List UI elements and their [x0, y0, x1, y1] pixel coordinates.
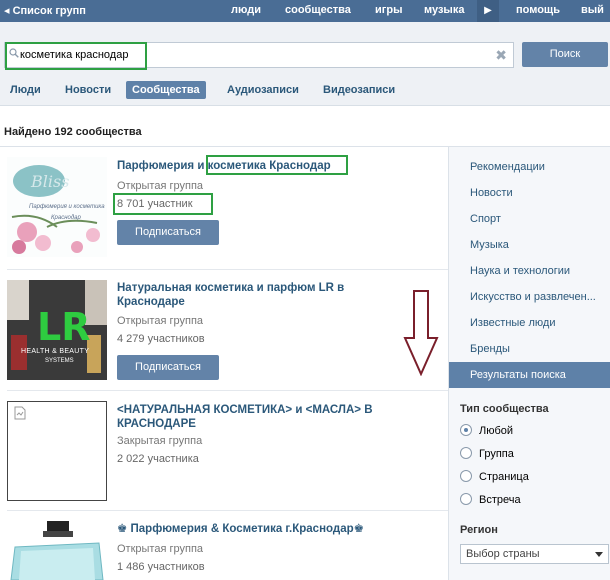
community-type: Открытая группа	[117, 180, 204, 192]
down-arrow-annotation-icon	[403, 290, 439, 376]
search-query-highlight	[5, 42, 147, 70]
tab-news[interactable]: Новости	[59, 81, 117, 99]
radio-page[interactable]: Страница	[460, 469, 529, 485]
perfume-bottle-image	[10, 521, 104, 580]
community-avatar[interactable]	[7, 519, 107, 580]
radio-icon	[460, 470, 472, 483]
community-title-part: Парфюмерия и	[117, 160, 208, 172]
sidebar-item-news[interactable]: Новости	[449, 180, 610, 206]
community-type: Открытая группа	[117, 543, 204, 555]
nav-logout[interactable]: вый	[581, 4, 604, 16]
avatar-caption: Парфюмерия и косметика	[29, 204, 105, 210]
title-highlight-box	[206, 155, 348, 175]
item-divider	[7, 269, 448, 270]
country-select[interactable]: Выбор страны	[460, 544, 609, 564]
radio-group[interactable]: Группа	[460, 446, 514, 462]
community-type: Открытая группа	[117, 315, 204, 327]
community-avatar[interactable]: LR HEALTH & BEAUTY SYSTEMS	[7, 280, 107, 380]
more-arrow-icon[interactable]: ▶	[477, 0, 499, 22]
subscribe-button[interactable]: Подписаться	[117, 220, 219, 245]
nav-games[interactable]: игры	[375, 4, 402, 16]
radio-label: Встреча	[479, 494, 521, 506]
subscribe-button[interactable]: Подписаться	[117, 355, 219, 380]
results-count: Найдено 192 сообщества	[4, 126, 142, 138]
sidebar-item-celebrities[interactable]: Известные люди	[449, 310, 610, 336]
tab-communities[interactable]: Сообщества	[126, 81, 206, 99]
tab-video[interactable]: Видеозаписи	[317, 81, 401, 99]
avatar-caption: HEALTH & BEAUTY	[21, 348, 90, 355]
broken-image-icon	[14, 406, 26, 420]
nav-people[interactable]: люди	[231, 4, 261, 16]
sidebar-item-music[interactable]: Музыка	[449, 232, 610, 258]
member-count: 1 486 участников	[117, 561, 205, 573]
groups-list-back-link[interactable]: ◂ Список групп	[4, 4, 86, 17]
radio-label: Страница	[479, 471, 529, 483]
community-avatar-placeholder[interactable]	[7, 401, 107, 501]
nav-music[interactable]: музыка	[424, 4, 464, 16]
member-count-highlight	[113, 193, 213, 215]
avatar-caption-sub: SYSTEMS	[45, 358, 74, 364]
sidebar-item-sport[interactable]: Спорт	[449, 206, 610, 232]
community-title[interactable]: <НАТУРАЛЬНАЯ КОСМЕТИКА> и <МАСЛА> В КРАС…	[117, 403, 377, 431]
community-title[interactable]: ♚ Парфюмерия & Косметика г.Краснодар♚	[117, 522, 417, 536]
radio-icon	[460, 493, 472, 506]
top-bar: ◂ Список групп люди сообщества игры музы…	[0, 0, 610, 22]
radio-label: Группа	[479, 448, 514, 460]
item-divider	[7, 390, 448, 391]
svg-text:LR: LR	[37, 305, 90, 349]
filters-sidebar: Рекомендации Новости Спорт Музыка Наука …	[448, 147, 610, 580]
clear-search-icon[interactable]: ✖	[495, 47, 507, 64]
nav-communities[interactable]: сообщества	[285, 4, 351, 16]
tab-audio[interactable]: Аудиозаписи	[221, 81, 305, 99]
chevron-down-icon	[595, 552, 603, 557]
search-area: косметика краснодар ✖ Поиск Люди Новости…	[0, 22, 610, 106]
radio-event[interactable]: Встреча	[460, 492, 521, 508]
sidebar-item-arts[interactable]: Искусство и развлечен...	[449, 284, 610, 310]
item-divider	[7, 510, 448, 511]
search-button[interactable]: Поиск	[522, 42, 608, 67]
sidebar-item-science[interactable]: Наука и технологии	[449, 258, 610, 284]
lr-logo-image: LR	[7, 280, 107, 380]
nav-help[interactable]: помощь	[516, 4, 560, 16]
member-count: 2 022 участника	[117, 453, 199, 465]
radio-selected-icon	[460, 424, 472, 437]
community-type-heading: Тип сообщества	[460, 403, 549, 415]
avatar-caption-city: Краснодар	[51, 215, 81, 221]
svg-text:Bliss: Bliss	[30, 172, 69, 191]
member-count: 4 279 участников	[117, 333, 205, 345]
community-type: Закрытая группа	[117, 435, 203, 447]
radio-icon	[460, 447, 472, 460]
country-select-value: Выбор страны	[466, 548, 540, 560]
community-avatar[interactable]: Bliss Парфюмерия и косметика Краснодар	[7, 157, 107, 257]
radio-any[interactable]: Любой	[460, 423, 513, 439]
radio-label: Любой	[479, 425, 514, 437]
community-title[interactable]: Натуральная косметика и парфюм LR в Крас…	[117, 281, 367, 309]
sidebar-item-search-results[interactable]: Результаты поиска	[449, 362, 610, 388]
sidebar-item-recommendations[interactable]: Рекомендации	[449, 154, 610, 180]
sidebar-item-brands[interactable]: Бренды	[449, 336, 610, 362]
region-heading: Регион	[460, 524, 498, 536]
tab-people[interactable]: Люди	[4, 81, 47, 99]
